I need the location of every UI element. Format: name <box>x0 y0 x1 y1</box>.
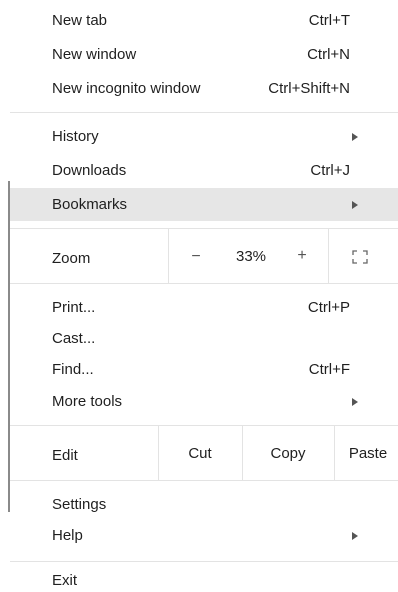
menu-item-history[interactable]: History <box>10 120 398 153</box>
shortcut-label: Ctrl+T <box>308 12 350 29</box>
menu-item-label: New incognito window <box>52 80 201 97</box>
submenu-arrow-icon <box>352 200 358 209</box>
menu-item-print[interactable]: Print... Ctrl+P <box>10 291 398 324</box>
separator <box>10 561 398 562</box>
separator <box>10 283 398 284</box>
separator <box>328 229 329 283</box>
menu-item-label: New tab <box>52 12 108 29</box>
fullscreen-icon[interactable] <box>352 250 368 264</box>
shortcut-label: Ctrl+Shift+N <box>268 80 350 97</box>
menu-item-find[interactable]: Find... Ctrl+F <box>10 353 398 386</box>
submenu-arrow-icon <box>352 397 358 406</box>
menu-item-label: History <box>52 128 99 145</box>
edit-label: Edit <box>52 446 78 464</box>
shortcut-label: Ctrl+N <box>307 46 350 63</box>
separator <box>334 426 335 480</box>
separator <box>10 228 398 229</box>
menu-item-label: Find... <box>52 361 94 378</box>
menu-item-label: New window <box>52 46 137 63</box>
menu-item-label: Cast... <box>52 330 96 347</box>
menu-item-label: Help <box>52 527 83 544</box>
separator <box>10 112 398 113</box>
submenu-arrow-icon <box>352 132 358 141</box>
menu-item-new-tab[interactable]: New tab Ctrl+T <box>10 4 398 37</box>
zoom-level: 33% <box>235 248 267 265</box>
separator <box>10 425 398 426</box>
menu-item-label: More tools <box>52 393 123 410</box>
separator <box>168 229 169 283</box>
separator <box>242 426 243 480</box>
menu-item-downloads[interactable]: Downloads Ctrl+J <box>10 154 398 187</box>
shortcut-label: Ctrl+P <box>307 299 350 316</box>
copy-button[interactable]: Copy <box>254 445 322 462</box>
zoom-in-button[interactable]: + <box>292 247 312 265</box>
menu-item-label: Exit <box>52 572 78 589</box>
menu-item-new-incognito-window[interactable]: New incognito window Ctrl+Shift+N <box>10 72 398 105</box>
separator <box>10 480 398 481</box>
menu-item-new-window[interactable]: New window Ctrl+N <box>10 38 398 71</box>
cut-button[interactable]: Cut <box>170 445 230 462</box>
zoom-out-button[interactable]: − <box>186 248 206 266</box>
menu-item-bookmarks[interactable]: Bookmarks <box>10 188 398 221</box>
separator <box>158 426 159 480</box>
submenu-arrow-icon <box>352 531 358 540</box>
menu-item-label: Print... <box>52 299 96 316</box>
menu-item-cast[interactable]: Cast... <box>10 322 398 355</box>
menu-item-exit[interactable]: Exit <box>10 569 398 592</box>
zoom-label: Zoom <box>52 249 91 267</box>
menu-item-settings[interactable]: Settings <box>10 488 398 521</box>
menu-item-more-tools[interactable]: More tools <box>10 385 398 418</box>
chrome-app-menu: New tab Ctrl+T New window Ctrl+N New inc… <box>0 0 398 592</box>
shortcut-label: Ctrl+J <box>310 162 350 179</box>
menu-item-label: Settings <box>52 496 107 513</box>
menu-item-help[interactable]: Help <box>10 519 398 552</box>
shortcut-label: Ctrl+F <box>308 361 350 378</box>
paste-button[interactable]: Paste <box>340 445 396 462</box>
menu-item-label: Downloads <box>52 162 127 179</box>
menu-item-label: Bookmarks <box>52 196 128 213</box>
